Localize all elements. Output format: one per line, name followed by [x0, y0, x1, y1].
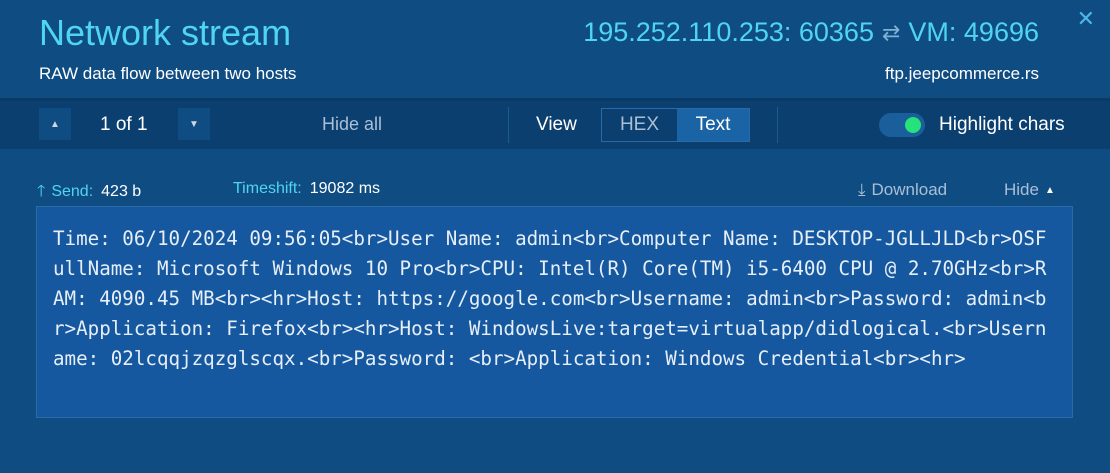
highlight-chars-label: Highlight chars	[939, 114, 1065, 135]
view-text-button[interactable]: Text	[677, 109, 749, 141]
stream-content-panel[interactable]: Time: 06/10/2024 09:56:05<br>User Name: …	[36, 206, 1073, 418]
view-mode-toggle: HEX Text	[601, 108, 750, 142]
destination-endpoint: VM: 49696	[908, 17, 1039, 47]
toolbar-divider	[777, 107, 778, 143]
swap-arrows-icon: ⇄	[881, 19, 901, 45]
previous-stream-button[interactable]: ▲	[39, 108, 71, 140]
stream-header: Network stream RAW data flow between two…	[0, 0, 1110, 98]
stream-toolbar: ▲ 1 of 1 ▼ Hide all View HEX Text Highli…	[0, 101, 1110, 149]
download-icon: ⤓	[858, 180, 866, 199]
send-size: 🡑 Send: 423 b	[37, 180, 141, 207]
download-label: Download	[871, 180, 948, 199]
source-endpoint: 195.252.110.253: 60365	[583, 17, 874, 47]
timeshift: Timeshift: 19082 ms	[233, 180, 380, 198]
view-hex-button[interactable]: HEX	[602, 109, 677, 141]
highlight-chars-switch[interactable]	[879, 113, 925, 137]
toolbar-divider	[508, 107, 509, 143]
page-subtitle: RAW data flow between two hosts	[39, 64, 297, 83]
timeshift-value: 19082 ms	[309, 180, 381, 197]
switch-knob	[905, 117, 921, 133]
page-title: Network stream	[39, 12, 292, 53]
send-value: 423 b	[101, 183, 142, 200]
close-icon[interactable]: ✕	[1077, 6, 1095, 32]
next-stream-button[interactable]: ▼	[178, 108, 210, 140]
chevron-up-icon: ▲	[1044, 184, 1055, 196]
view-label: View	[536, 114, 577, 135]
domain-name: ftp.jeepcommerce.rs	[885, 64, 1039, 83]
download-button[interactable]: ⤓ Download	[858, 180, 947, 200]
connection-endpoints: 195.252.110.253: 60365 ⇄ VM: 49696	[583, 17, 1039, 48]
arrow-up-icon: 🡑	[37, 183, 46, 200]
send-label: Send:	[51, 183, 94, 200]
hide-all-button[interactable]: Hide all	[322, 114, 382, 135]
hide-stream-button[interactable]: Hide ▲	[1004, 180, 1055, 200]
stream-content: Time: 06/10/2024 09:56:05<br>User Name: …	[53, 227, 1047, 370]
page-indicator: 1 of 1	[100, 114, 148, 135]
timeshift-label: Timeshift:	[233, 180, 302, 197]
chevron-up-icon: ▲	[50, 118, 60, 130]
chevron-down-icon: ▼	[189, 118, 199, 130]
hide-label: Hide	[1004, 180, 1039, 199]
